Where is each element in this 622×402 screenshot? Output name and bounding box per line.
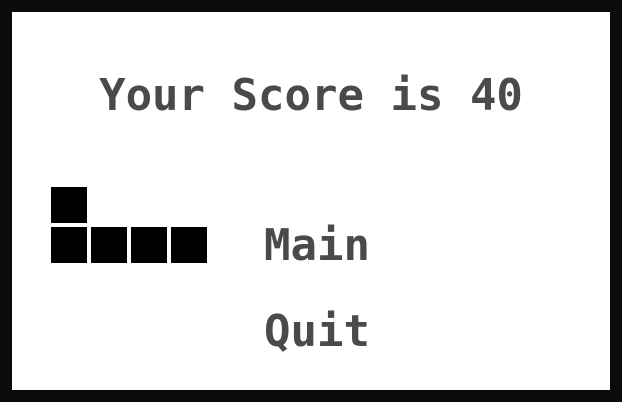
selector-block: [171, 227, 207, 263]
selector-block: [51, 227, 87, 263]
selector-block: [51, 187, 87, 223]
game-window-frame: Your Score is 40 Main Quit: [0, 0, 622, 402]
main-menu-button[interactable]: Main: [264, 220, 370, 271]
score-text: Your Score is 40: [99, 70, 523, 121]
selector-block: [91, 227, 127, 263]
quit-button[interactable]: Quit: [264, 306, 370, 357]
selector-block: [131, 227, 167, 263]
